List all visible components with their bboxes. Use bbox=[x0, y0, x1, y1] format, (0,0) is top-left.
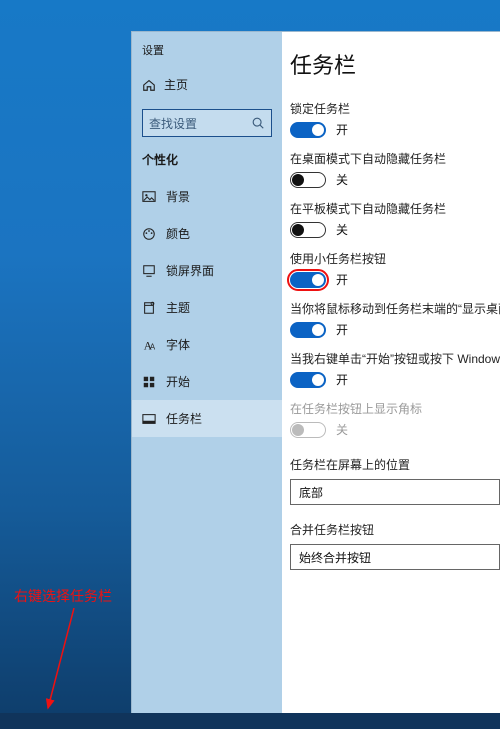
sidebar-item-label: 颜色 bbox=[166, 225, 190, 242]
option-0: 锁定任务栏开 bbox=[290, 100, 500, 138]
sidebar-item-theme[interactable]: 主题 bbox=[132, 289, 282, 326]
picture-icon bbox=[142, 190, 156, 204]
settings-window: 设置 主页 查找设置 个性化 背景颜色锁屏界面主题AA字体开始任务栏 任务栏 锁… bbox=[132, 32, 500, 713]
position-select[interactable]: 底部 bbox=[290, 479, 500, 505]
app-title: 设置 bbox=[132, 38, 282, 68]
page-title: 任务栏 bbox=[290, 48, 500, 80]
toggle[interactable] bbox=[290, 372, 326, 388]
sidebar-item-font[interactable]: AA 字体 bbox=[132, 326, 282, 363]
content-pane: 任务栏 锁定任务栏开在桌面模式下自动隐藏任务栏关在平板模式下自动隐藏任务栏关使用… bbox=[282, 32, 500, 713]
font-icon: AA bbox=[142, 338, 156, 352]
sidebar-category: 个性化 bbox=[132, 151, 282, 178]
sidebar: 设置 主页 查找设置 个性化 背景颜色锁屏界面主题 AA 字体开始任务栏 bbox=[132, 32, 282, 713]
svg-text:A: A bbox=[150, 342, 156, 351]
home-icon bbox=[142, 78, 156, 92]
start-icon bbox=[142, 375, 156, 389]
taskbar-icon bbox=[142, 412, 156, 426]
toggle-state: 开 bbox=[336, 121, 348, 138]
toggle[interactable] bbox=[290, 172, 326, 188]
option-label: 锁定任务栏 bbox=[290, 100, 500, 117]
option-label: 在桌面模式下自动隐藏任务栏 bbox=[290, 150, 500, 167]
toggle-state: 开 bbox=[336, 371, 348, 388]
option-label: 在任务栏按钮上显示角标 bbox=[290, 400, 500, 417]
annotation-arrow-2 bbox=[44, 608, 124, 720]
annotation-text: 右键选择任务栏 bbox=[14, 586, 112, 606]
sidebar-item-label: 主题 bbox=[166, 299, 190, 316]
sidebar-item-taskbar[interactable]: 任务栏 bbox=[132, 400, 282, 437]
option-label: 使用小任务栏按钮 bbox=[290, 250, 500, 267]
option-1: 在桌面模式下自动隐藏任务栏关 bbox=[290, 150, 500, 188]
sidebar-item-label: 任务栏 bbox=[166, 410, 202, 427]
sidebar-item-label: 字体 bbox=[166, 336, 190, 353]
option-label: 当我右键单击“开始”按钮或按下 Windows 键+X 时，在菜单中将命令提示符… bbox=[290, 350, 500, 367]
position-label: 任务栏在屏幕上的位置 bbox=[290, 456, 500, 473]
theme-icon bbox=[142, 301, 156, 315]
option-5: 当我右键单击“开始”按钮或按下 Windows 键+X 时，在菜单中将命令提示符… bbox=[290, 350, 500, 388]
toggle[interactable] bbox=[290, 122, 326, 138]
toggle[interactable] bbox=[290, 222, 326, 238]
option-label: 在平板模式下自动隐藏任务栏 bbox=[290, 200, 500, 217]
sidebar-item-screen[interactable]: 锁屏界面 bbox=[132, 252, 282, 289]
sidebar-item-start[interactable]: 开始 bbox=[132, 363, 282, 400]
option-6: 在任务栏按钮上显示角标关 bbox=[290, 400, 500, 438]
sidebar-home-label: 主页 bbox=[164, 76, 188, 93]
search-icon bbox=[251, 116, 265, 130]
position-section: 任务栏在屏幕上的位置 底部 bbox=[290, 456, 500, 505]
sidebar-item-picture[interactable]: 背景 bbox=[132, 178, 282, 215]
sidebar-item-label: 背景 bbox=[166, 188, 190, 205]
option-4: 当你将鼠标移动到任务栏末端的“显示桌面”按钮时，使用“速览”预览桌面开 bbox=[290, 300, 500, 338]
toggle bbox=[290, 422, 326, 438]
toggle-state: 开 bbox=[336, 321, 348, 338]
toggle-state: 关 bbox=[336, 421, 348, 438]
option-3: 使用小任务栏按钮开 bbox=[290, 250, 500, 288]
sidebar-item-label: 锁屏界面 bbox=[166, 262, 214, 279]
sidebar-home[interactable]: 主页 bbox=[132, 68, 282, 101]
combine-label: 合并任务栏按钮 bbox=[290, 521, 500, 538]
combine-select[interactable]: 始终合并按钮 bbox=[290, 544, 500, 570]
search-placeholder: 查找设置 bbox=[149, 115, 197, 132]
screen-icon bbox=[142, 264, 156, 278]
palette-icon bbox=[142, 227, 156, 241]
toggle-state: 关 bbox=[336, 171, 348, 188]
toggle[interactable] bbox=[290, 272, 326, 288]
sidebar-item-palette[interactable]: 颜色 bbox=[132, 215, 282, 252]
option-label: 当你将鼠标移动到任务栏末端的“显示桌面”按钮时，使用“速览”预览桌面 bbox=[290, 300, 500, 317]
toggle-state: 关 bbox=[336, 221, 348, 238]
option-2: 在平板模式下自动隐藏任务栏关 bbox=[290, 200, 500, 238]
combine-section: 合并任务栏按钮 始终合并按钮 bbox=[290, 521, 500, 570]
toggle[interactable] bbox=[290, 322, 326, 338]
toggle-state: 开 bbox=[336, 271, 348, 288]
search-input[interactable]: 查找设置 bbox=[142, 109, 272, 137]
desktop-taskbar[interactable] bbox=[0, 713, 500, 729]
sidebar-item-label: 开始 bbox=[166, 373, 190, 390]
